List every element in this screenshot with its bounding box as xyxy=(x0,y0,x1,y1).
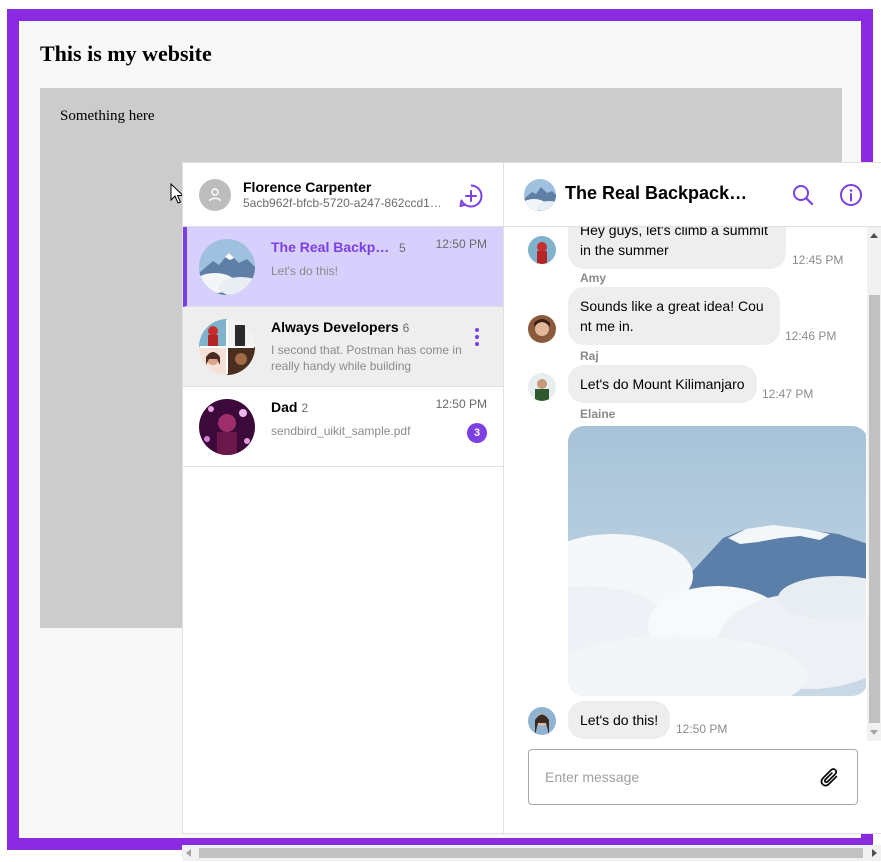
channel-name: The Real Backpa… 5 xyxy=(271,239,406,255)
scroll-right-icon[interactable] xyxy=(872,849,877,857)
scroll-up-icon[interactable] xyxy=(870,233,878,238)
chat-widget: Florence Carpenter 5acb962f-bfcb-5720-a2… xyxy=(182,162,881,834)
paperclip-icon[interactable] xyxy=(819,766,841,788)
image-message[interactable] xyxy=(568,426,866,696)
channel-last-message: I second that. Postman has come in reall… xyxy=(271,343,462,373)
message-item: Hey guys, let's climb a summit in the su… xyxy=(504,227,866,271)
panel-text: Something here xyxy=(60,108,155,124)
user-icon xyxy=(208,188,222,202)
channel-item-always-developers[interactable]: Always Developers 6 I second that. Postma… xyxy=(183,307,503,387)
user-name: Florence Carpenter xyxy=(243,179,372,195)
channel-item-dad[interactable]: Dad 2 12:50 PM sendbird_uikit_sample.pdf … xyxy=(183,387,503,467)
channel-avatar-group xyxy=(199,319,255,375)
mountain-photo xyxy=(568,426,866,696)
member-count: 2 xyxy=(301,401,309,415)
message-time: 12:47 PM xyxy=(762,387,814,401)
scrollbar-thumb[interactable] xyxy=(869,295,880,723)
message-time: 12:45 PM xyxy=(792,253,844,267)
message-time: 12:46 PM xyxy=(785,329,837,343)
message-bubble[interactable]: Hey guys, let's climb a summit in the su… xyxy=(568,227,786,269)
channel-time: 12:50 PM xyxy=(435,397,487,411)
horizontal-scrollbar[interactable] xyxy=(182,845,881,861)
scrollbar-thumb[interactable] xyxy=(199,848,863,858)
user-profile-header: Florence Carpenter 5acb962f-bfcb-5720-a2… xyxy=(183,163,503,227)
message-list: Hey guys, let's climb a summit in the su… xyxy=(504,227,866,741)
page-title: This is my website xyxy=(40,41,212,66)
info-icon[interactable] xyxy=(839,183,863,207)
message-bubble[interactable]: Let's do this! xyxy=(568,701,671,739)
avatar xyxy=(528,707,556,735)
message-item: Amy Sounds like a great idea! Count me i… xyxy=(504,271,866,351)
channel-item-the-real-backpackers[interactable]: The Real Backpa… 5 12:50 PM Let's do this… xyxy=(183,227,503,307)
message-sender: Raj xyxy=(580,349,599,363)
conversation-avatar xyxy=(524,179,556,211)
message-item: Let's do this! 12:50 PM xyxy=(504,701,866,741)
channel-list-panel: Florence Carpenter 5acb962f-bfcb-5720-a2… xyxy=(183,163,504,833)
channel-time: 12:50 PM xyxy=(435,237,487,251)
dad-avatar-image xyxy=(199,399,255,455)
channel-avatar xyxy=(199,399,255,455)
message-bubble[interactable]: Let's do Mount Kilimanjaro xyxy=(568,365,757,403)
message-sender: Elaine xyxy=(580,407,616,421)
message-bubble[interactable]: Sounds like a great idea! Count me in. xyxy=(568,287,780,345)
conversation-title: The Real Backpack… xyxy=(565,183,748,203)
member-count: 6 xyxy=(402,321,410,335)
mountain-thumbnail xyxy=(524,179,556,211)
vertical-scrollbar[interactable] xyxy=(867,227,881,741)
message-item: Raj Let's do Mount Kilimanjaro 12:47 PM xyxy=(504,349,866,409)
message-input[interactable] xyxy=(530,751,800,803)
avatar xyxy=(528,373,556,401)
channel-name: Dad 2 xyxy=(271,399,309,415)
plus-circle-icon[interactable] xyxy=(458,183,484,209)
more-vertical-icon[interactable] xyxy=(473,327,481,347)
scroll-down-icon[interactable] xyxy=(870,730,878,735)
user-id: 5acb962f-bfcb-5720-a247-862ccd1… xyxy=(243,196,442,210)
avatar xyxy=(528,236,556,264)
unread-badge: 3 xyxy=(467,423,487,443)
message-time: 12:50 PM xyxy=(676,722,728,736)
mountain-thumbnail xyxy=(199,239,255,295)
message-composer xyxy=(528,749,858,805)
scroll-left-icon[interactable] xyxy=(186,849,191,857)
channel-name: Always Developers 6 xyxy=(271,319,410,335)
conversation-header: The Real Backpack… xyxy=(504,163,881,227)
group-avatar-image xyxy=(199,319,255,375)
avatar xyxy=(528,315,556,343)
channel-last-message: sendbird_uikit_sample.pdf xyxy=(271,424,411,438)
search-icon[interactable] xyxy=(791,183,815,207)
user-avatar[interactable] xyxy=(199,179,231,211)
channel-avatar xyxy=(199,239,255,295)
channel-last-message: Let's do this! xyxy=(271,264,338,278)
message-sender: Amy xyxy=(580,271,607,285)
conversation-panel: The Real Backpack… Hey guys, let's climb… xyxy=(504,163,881,833)
member-count: 5 xyxy=(399,241,406,255)
